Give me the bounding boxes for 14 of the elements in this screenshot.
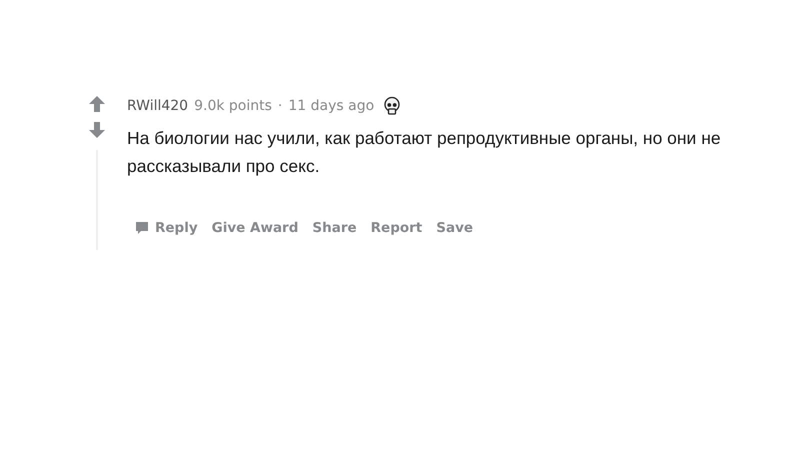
comment-icon [134,220,150,236]
comment-action-button[interactable]: Report [366,218,428,238]
separator: · [278,98,282,114]
comment-action-button[interactable]: Give Award [206,218,304,238]
downvote-icon[interactable] [87,120,107,140]
skull-icon[interactable] [382,96,402,116]
upvote-icon[interactable] [87,94,107,114]
author-name[interactable]: RWill420 [127,98,188,114]
comment-action-button[interactable]: Share [307,218,362,238]
comment-action-button[interactable]: Save [431,218,478,238]
comment-action-button[interactable]: Reply [129,218,203,238]
comment-text: На биологии нас учили, как работают репродуктивные органы, но они не рассказывали про секс. [127,127,722,178]
points-count: 9.0k points [194,98,272,114]
timestamp[interactable]: 11 days ago [288,98,374,114]
